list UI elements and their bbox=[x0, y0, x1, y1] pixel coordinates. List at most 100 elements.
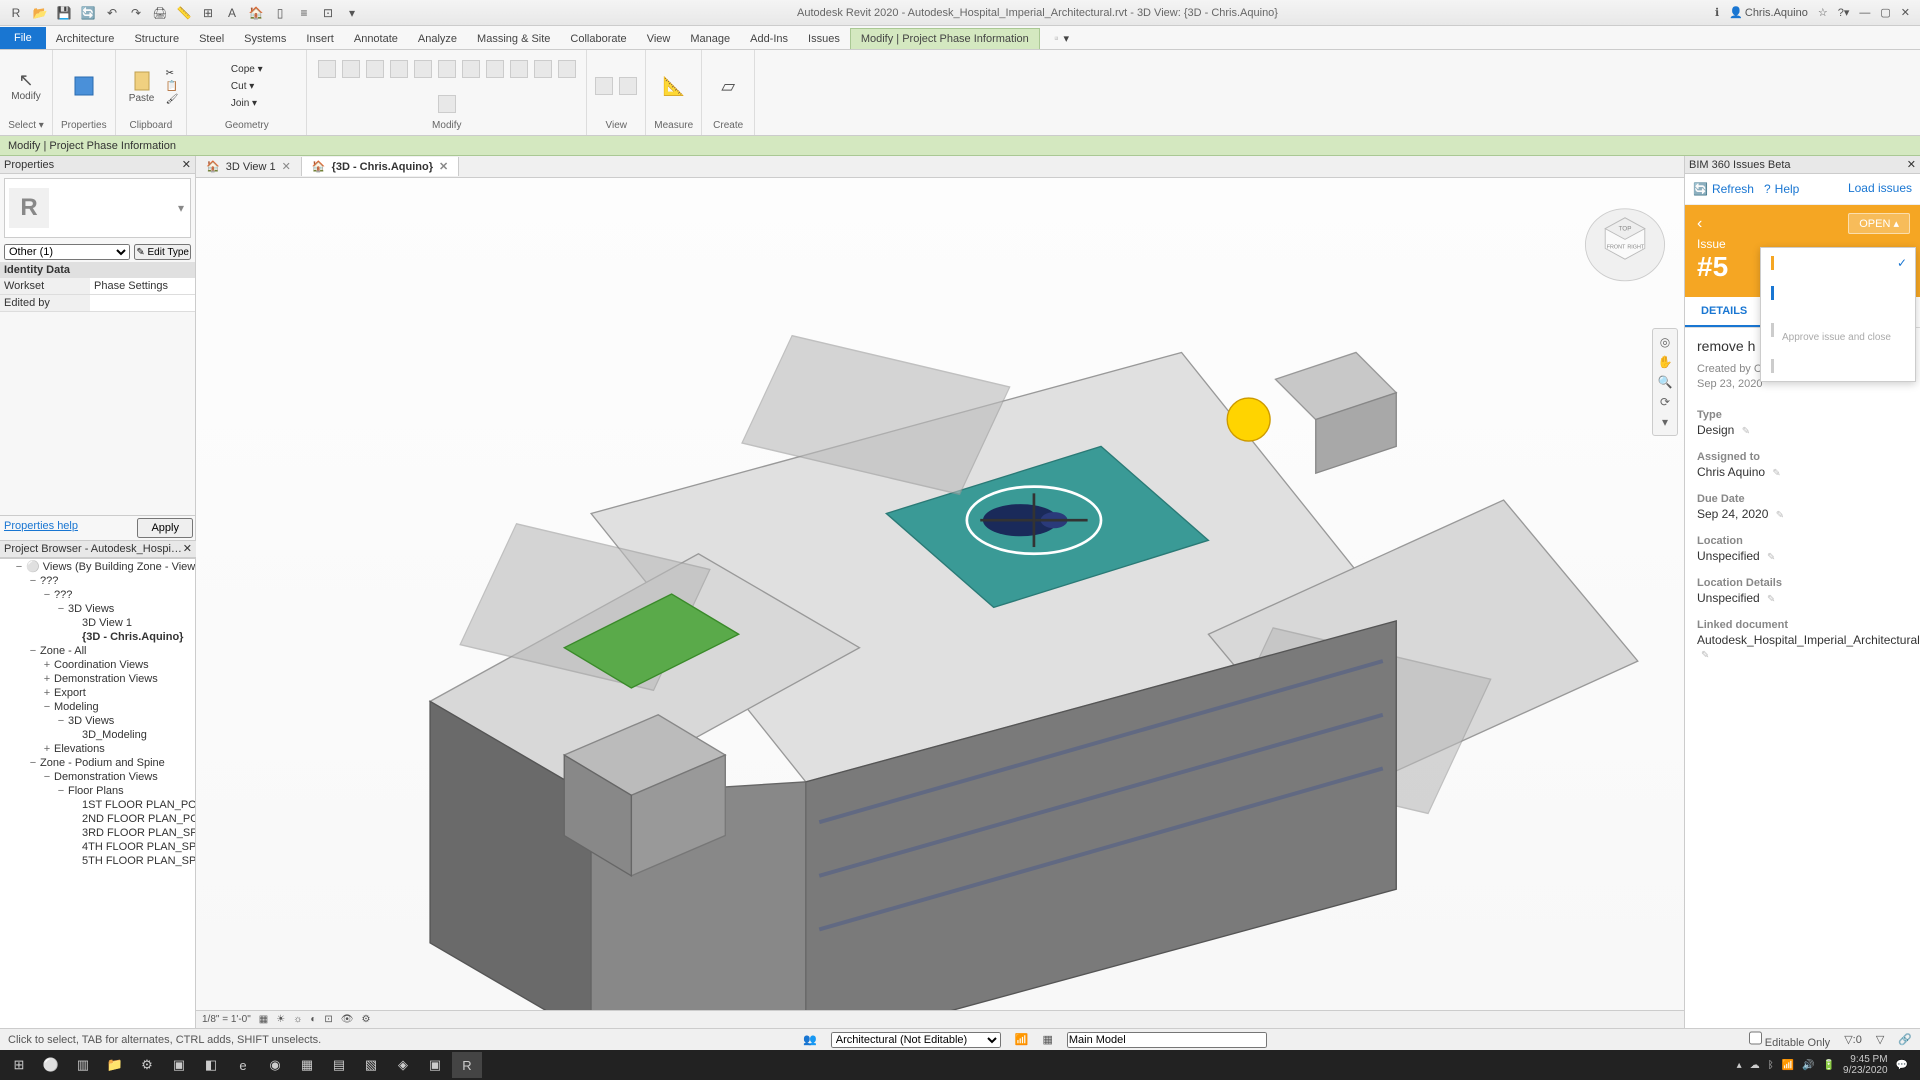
tree-item[interactable]: −Modeling bbox=[0, 700, 195, 714]
settings-icon[interactable]: ⚙ bbox=[132, 1052, 162, 1078]
copy-button[interactable]: 📋 bbox=[166, 81, 179, 92]
refresh-button[interactable]: 🔄Refresh bbox=[1693, 182, 1754, 196]
open-icon[interactable]: 📂 bbox=[32, 5, 48, 21]
edit-icon[interactable]: ✎ bbox=[1742, 426, 1750, 437]
tree-item[interactable]: −Zone - Podium and Spine bbox=[0, 756, 195, 770]
align-icon[interactable]: ⊞ bbox=[200, 5, 216, 21]
save-icon[interactable]: 💾 bbox=[56, 5, 72, 21]
app-icon[interactable]: ▦ bbox=[292, 1052, 322, 1078]
redo-icon[interactable]: ↷ bbox=[128, 5, 144, 21]
tree-item[interactable]: −Floor Plans bbox=[0, 784, 195, 798]
instance-selector[interactable]: Other (1) bbox=[4, 244, 130, 260]
switch-windows-icon[interactable]: ▾ bbox=[344, 5, 360, 21]
browser-close-icon[interactable]: ✕ bbox=[183, 542, 192, 555]
edit-icon[interactable]: ✎ bbox=[1772, 468, 1780, 479]
properties-button[interactable] bbox=[66, 66, 102, 106]
trim-icon[interactable] bbox=[390, 60, 408, 78]
apply-button[interactable]: Apply bbox=[137, 518, 193, 538]
help-button[interactable]: ?Help bbox=[1764, 182, 1799, 196]
volume-icon[interactable]: 🔊 bbox=[1802, 1060, 1814, 1071]
notifications-icon[interactable]: 💬 bbox=[1896, 1060, 1908, 1071]
create-button[interactable]: ▱ bbox=[710, 66, 746, 106]
tab-insert[interactable]: Insert bbox=[296, 29, 344, 49]
status-option-closed[interactable]: ClosedApprove issue and close bbox=[1761, 308, 1915, 351]
walk-icon[interactable]: ▾ bbox=[1662, 415, 1668, 429]
tree-item[interactable]: −3D Views bbox=[0, 602, 195, 616]
modify-button[interactable]: ↖Modify bbox=[8, 66, 44, 106]
close-views-icon[interactable]: ⊡ bbox=[320, 5, 336, 21]
array-icon[interactable] bbox=[462, 60, 480, 78]
3d-icon[interactable]: 🏠 bbox=[248, 5, 264, 21]
cope-button[interactable]: Cope ▾ bbox=[231, 64, 263, 75]
task-view-icon[interactable]: ▥ bbox=[68, 1052, 98, 1078]
field-value[interactable]: Sep 24, 2020 ✎ bbox=[1697, 507, 1908, 521]
favorites-icon[interactable]: ☆ bbox=[1818, 6, 1828, 19]
app-icon[interactable]: ◧ bbox=[196, 1052, 226, 1078]
filter-icon[interactable]: ▽ bbox=[1876, 1033, 1884, 1046]
workset-icon[interactable]: 👥 bbox=[803, 1033, 817, 1046]
app-icon[interactable]: ◈ bbox=[388, 1052, 418, 1078]
field-value[interactable]: Autodesk_Hospital_Imperial_Architectural… bbox=[1697, 633, 1908, 661]
properties-help-link[interactable]: Properties help bbox=[0, 516, 135, 540]
start-button[interactable]: ⊞ bbox=[4, 1052, 34, 1078]
scale-icon[interactable] bbox=[486, 60, 504, 78]
help-icon[interactable]: ?▾ bbox=[1838, 6, 1850, 19]
undo-icon[interactable]: ↶ bbox=[104, 5, 120, 21]
tree-item[interactable]: +Coordination Views bbox=[0, 658, 195, 672]
edge-icon[interactable]: e bbox=[228, 1052, 258, 1078]
clock[interactable]: 9:45 PM 9/23/2020 bbox=[1843, 1054, 1888, 1076]
user-icon[interactable]: 👤 Chris.Aquino bbox=[1729, 6, 1808, 19]
crop-icon[interactable]: ⊡ bbox=[324, 1014, 332, 1025]
tree-item[interactable]: −3D Views bbox=[0, 714, 195, 728]
tab-project-icon[interactable]: ▫️▾ bbox=[1040, 28, 1079, 49]
3d-viewport[interactable]: TOP FRONT RIGHT ◎ ✋ 🔍 ⟳ ▾ bbox=[196, 178, 1684, 1010]
text-icon[interactable]: A bbox=[224, 5, 240, 21]
prop-value[interactable] bbox=[90, 295, 195, 311]
paste-button[interactable]: Paste bbox=[124, 66, 160, 106]
tab-manage[interactable]: Manage bbox=[680, 29, 740, 49]
status-dropdown-button[interactable]: OPEN ▴ bbox=[1848, 213, 1910, 234]
join-button[interactable]: Join ▾ bbox=[231, 98, 257, 109]
tree-item[interactable]: 3RD FLOOR PLAN_SPINE bbox=[0, 826, 195, 840]
sun-icon[interactable]: ☼ bbox=[293, 1014, 302, 1025]
tree-item[interactable]: {3D - Chris.Aquino} bbox=[0, 630, 195, 644]
back-icon[interactable]: ‹ bbox=[1697, 215, 1702, 232]
battery-icon[interactable]: 🔋 bbox=[1823, 1060, 1835, 1071]
view-tab-close-icon[interactable]: ✕ bbox=[282, 160, 291, 173]
info-icon[interactable]: ℹ bbox=[1715, 6, 1719, 19]
close-icon[interactable]: ✕ bbox=[1901, 6, 1910, 19]
split-icon[interactable] bbox=[438, 60, 456, 78]
revit-taskbar-icon[interactable]: R bbox=[452, 1052, 482, 1078]
maximize-icon[interactable]: ▢ bbox=[1880, 6, 1890, 19]
match-button[interactable]: 🖌 bbox=[166, 94, 179, 105]
tab-addins[interactable]: Add-Ins bbox=[740, 29, 798, 49]
tree-item[interactable]: −Zone - All bbox=[0, 644, 195, 658]
delete-icon[interactable] bbox=[438, 95, 456, 113]
edit-icon[interactable]: ✎ bbox=[1776, 510, 1784, 521]
tab-annotate[interactable]: Annotate bbox=[344, 29, 408, 49]
app-icon[interactable]: ▧ bbox=[356, 1052, 386, 1078]
tree-item[interactable]: 4TH FLOOR PLAN_SPINE bbox=[0, 840, 195, 854]
thin-lines-icon[interactable]: ≡ bbox=[296, 5, 312, 21]
explorer-icon[interactable]: 📁 bbox=[100, 1052, 130, 1078]
app-icon[interactable]: ▣ bbox=[164, 1052, 194, 1078]
cloud-icon[interactable]: ☁ bbox=[1750, 1060, 1760, 1071]
field-value[interactable]: Unspecified ✎ bbox=[1697, 591, 1908, 605]
reveal-icon[interactable]: ⚙ bbox=[362, 1014, 371, 1025]
tree-item[interactable]: 5TH FLOOR PLAN_SPINE bbox=[0, 854, 195, 868]
hide-icon[interactable]: 👁 bbox=[341, 1014, 354, 1025]
properties-close-icon[interactable]: ✕ bbox=[182, 158, 191, 171]
edit-icon[interactable]: ✎ bbox=[1701, 650, 1709, 661]
load-issues-button[interactable]: Load issues bbox=[1848, 182, 1912, 195]
tree-item[interactable]: +Export bbox=[0, 686, 195, 700]
tab-details[interactable]: DETAILS bbox=[1685, 297, 1763, 327]
section-icon[interactable]: ▯ bbox=[272, 5, 288, 21]
main-model-field[interactable] bbox=[1067, 1032, 1267, 1048]
wheel-icon[interactable]: ◎ bbox=[1660, 335, 1670, 349]
print-icon[interactable]: 🖨 bbox=[152, 5, 168, 21]
chrome-icon[interactable]: ◉ bbox=[260, 1052, 290, 1078]
move-icon[interactable] bbox=[318, 60, 336, 78]
visual-style-icon[interactable]: ☀ bbox=[276, 1014, 285, 1025]
sync-status-icon[interactable]: 📶 bbox=[1015, 1033, 1029, 1046]
app-icon[interactable]: ▣ bbox=[420, 1052, 450, 1078]
